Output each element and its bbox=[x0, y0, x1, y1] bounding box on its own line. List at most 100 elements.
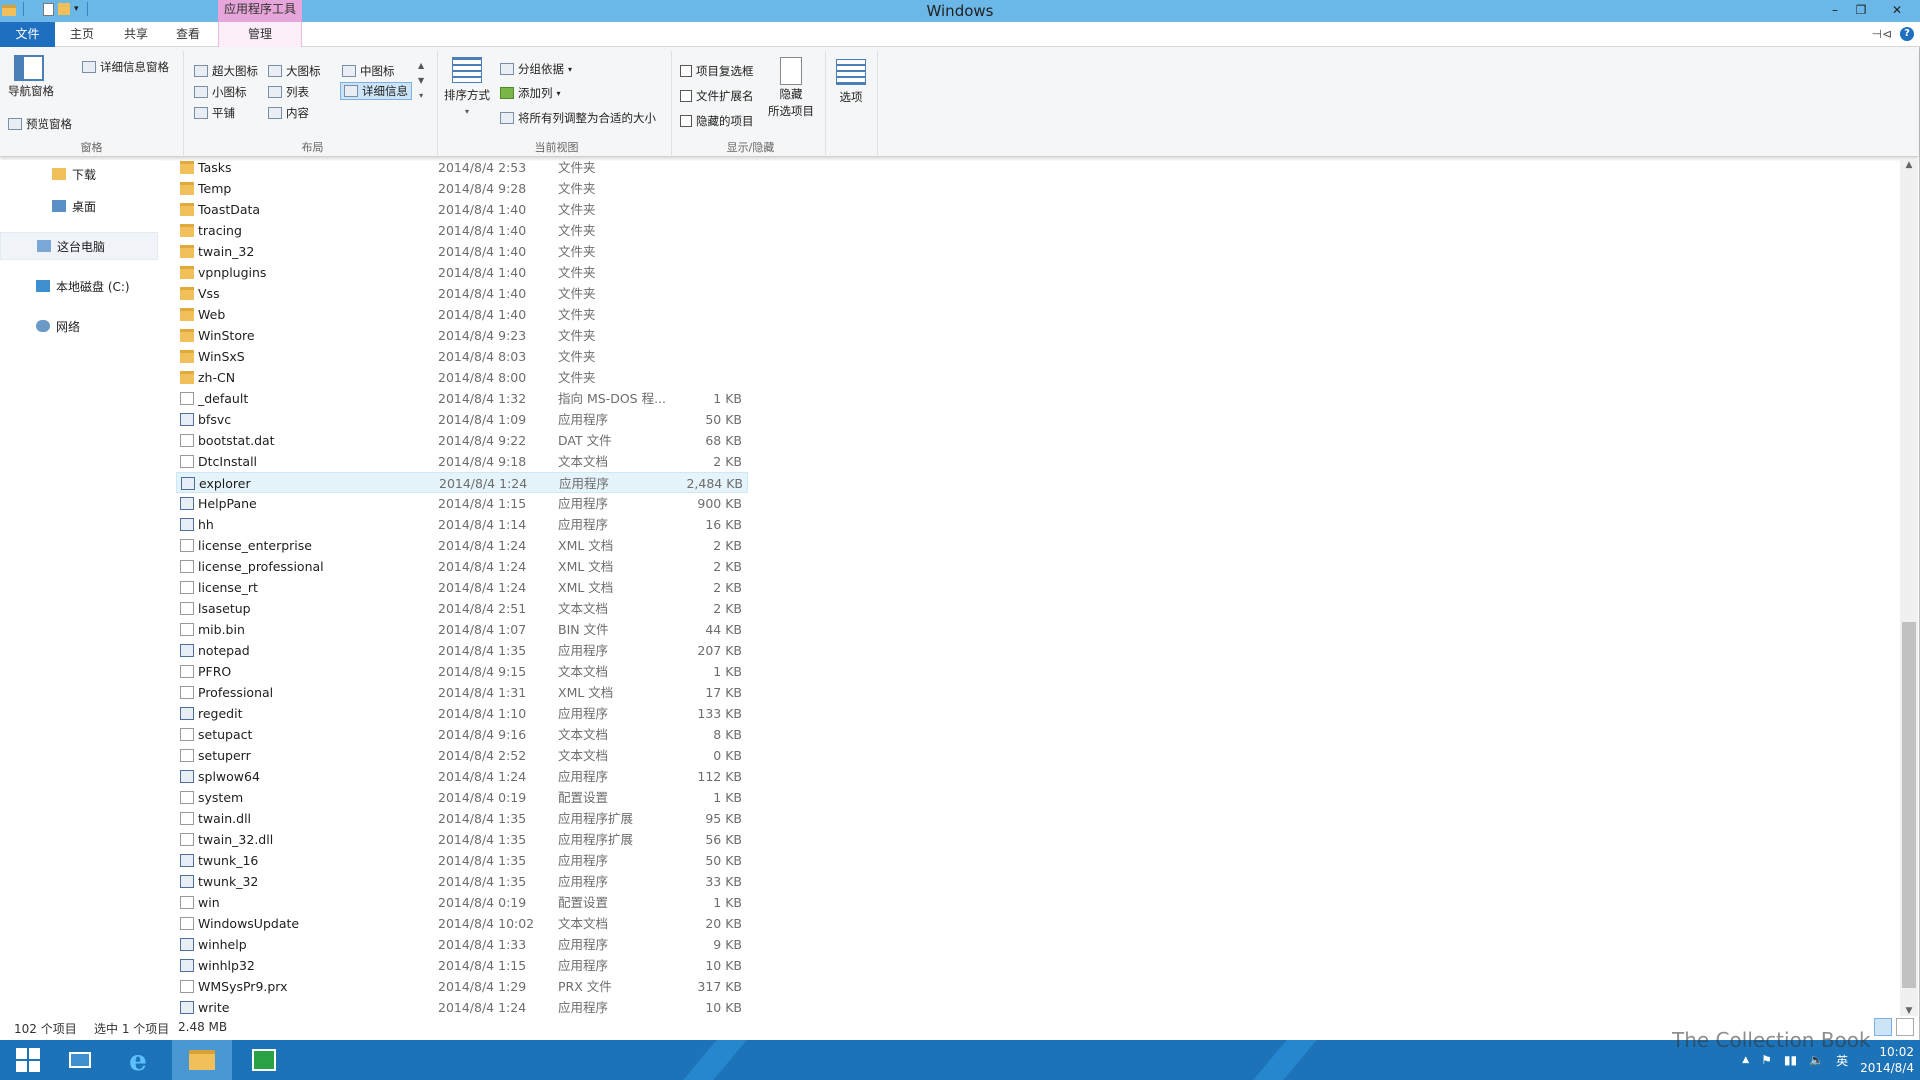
ime-indicator[interactable]: 英 bbox=[1836, 1052, 1848, 1069]
nav-item-desktop[interactable]: 桌面 bbox=[0, 192, 158, 220]
file-row[interactable]: Professional 2014/8/4 1:31 XML 文档 17 KB bbox=[176, 682, 748, 703]
gallery-more-icon[interactable]: ▾ bbox=[419, 91, 423, 100]
options-button[interactable]: 选项 bbox=[836, 59, 866, 105]
file-row[interactable]: Vss 2014/8/4 1:40 文件夹 bbox=[176, 283, 748, 304]
file-row[interactable]: mib.bin 2014/8/4 1:07 BIN 文件 44 KB bbox=[176, 619, 748, 640]
file-row[interactable]: twain_32 2014/8/4 1:40 文件夹 bbox=[176, 241, 748, 262]
taskbar-ie[interactable]: e bbox=[110, 1040, 166, 1080]
file-row[interactable]: HelpPane 2014/8/4 1:15 应用程序 900 KB bbox=[176, 493, 748, 514]
preview-pane-button[interactable]: 预览窗格 bbox=[8, 116, 72, 132]
file-row[interactable]: license_enterprise 2014/8/4 1:24 XML 文档 2 K… bbox=[176, 535, 748, 556]
hidden-items-toggle[interactable]: 隐藏的项目 bbox=[680, 113, 754, 129]
file-row[interactable]: regedit 2014/8/4 1:10 应用程序 133 KB bbox=[176, 703, 748, 724]
file-row[interactable]: notepad 2014/8/4 1:35 应用程序 207 KB bbox=[176, 640, 748, 661]
view-content[interactable]: 内容 bbox=[268, 105, 309, 121]
file-row[interactable]: bfsvc 2014/8/4 1:09 应用程序 50 KB bbox=[176, 409, 748, 430]
file-row[interactable]: zh-CN 2014/8/4 8:00 文件夹 bbox=[176, 367, 748, 388]
file-row[interactable]: license_professional 2014/8/4 1:24 XML 文档 2… bbox=[176, 556, 748, 577]
action-center-flag-icon[interactable]: ⚑ bbox=[1761, 1053, 1772, 1067]
file-row[interactable]: Web 2014/8/4 1:40 文件夹 bbox=[176, 304, 748, 325]
file-row[interactable]: WindowsUpdate 2014/8/4 10:02 文本文档 20 KB bbox=[176, 913, 748, 934]
view-tiles[interactable]: 平铺 bbox=[194, 105, 235, 121]
file-row[interactable]: bootstat.dat 2014/8/4 9:22 DAT 文件 68 KB bbox=[176, 430, 748, 451]
file-row[interactable]: explorer 2014/8/4 1:24 应用程序 2,484 KB bbox=[176, 472, 748, 493]
close-button[interactable]: ✕ bbox=[1874, 0, 1920, 20]
view-large-icons[interactable]: 大图标 bbox=[268, 63, 321, 79]
file-row[interactable]: winhelp 2014/8/4 1:33 应用程序 9 KB bbox=[176, 934, 748, 955]
nav-item-network[interactable]: 网络 bbox=[0, 312, 158, 340]
item-checkboxes-checkbox[interactable] bbox=[680, 65, 692, 77]
title-bar[interactable]: ▾ 应用程序工具 Windows – ❐ ✕ bbox=[0, 0, 1920, 22]
hidden-items-checkbox[interactable] bbox=[680, 115, 692, 127]
chevron-up-icon[interactable]: ▲ bbox=[418, 61, 424, 70]
maximize-button[interactable]: ❐ bbox=[1848, 0, 1874, 20]
volume-icon[interactable]: 🔈 bbox=[1809, 1053, 1824, 1067]
file-row[interactable]: twain.dll 2014/8/4 1:35 应用程序扩展 95 KB bbox=[176, 808, 748, 829]
layout-gallery-scroll[interactable]: ▲ ▼ ▾ bbox=[418, 61, 424, 100]
tab-view[interactable]: 查看 bbox=[170, 22, 206, 47]
tab-home[interactable]: 主页 bbox=[64, 22, 100, 47]
show-hidden-icons-chevron-icon[interactable]: ▲ bbox=[1742, 1055, 1749, 1065]
hide-selected-button[interactable]: 隐藏 所选项目 bbox=[768, 57, 814, 119]
scrollbar-thumb[interactable] bbox=[1902, 622, 1916, 988]
chevron-down-icon[interactable]: ▼ bbox=[418, 76, 424, 85]
minimize-button[interactable]: – bbox=[1822, 0, 1848, 20]
file-row[interactable]: twain_32.dll 2014/8/4 1:35 应用程序扩展 56 KB bbox=[176, 829, 748, 850]
view-small-icons[interactable]: 小图标 bbox=[194, 84, 247, 100]
file-extensions-checkbox[interactable] bbox=[680, 90, 692, 102]
add-columns-button[interactable]: 添加列 ▾ bbox=[500, 85, 561, 101]
nav-pane-button[interactable]: 导航窗格 bbox=[8, 55, 54, 99]
pin-ribbon-icon[interactable]: ⊣⊲ bbox=[1871, 27, 1892, 41]
file-row[interactable]: system 2014/8/4 0:19 配置设置 1 KB bbox=[176, 787, 748, 808]
file-row[interactable]: Tasks 2014/8/4 2:53 文件夹 bbox=[176, 157, 748, 178]
file-row[interactable]: WMSysPr9.prx 2014/8/4 1:29 PRX 文件 317 KB bbox=[176, 976, 748, 997]
file-row[interactable]: Temp 2014/8/4 9:28 文件夹 bbox=[176, 178, 748, 199]
scroll-up-arrow[interactable]: ▲ bbox=[1900, 160, 1918, 170]
large-icons-view-toggle-icon[interactable] bbox=[1896, 1018, 1914, 1036]
view-medium-icons[interactable]: 中图标 bbox=[342, 63, 395, 79]
taskbar-file-explorer[interactable] bbox=[172, 1040, 232, 1080]
file-row[interactable]: vpnplugins 2014/8/4 1:40 文件夹 bbox=[176, 262, 748, 283]
item-checkboxes-toggle[interactable]: 项目复选框 bbox=[680, 63, 754, 79]
start-button[interactable] bbox=[0, 1040, 56, 1080]
file-extensions-toggle[interactable]: 文件扩展名 bbox=[680, 88, 754, 104]
sort-by-button[interactable]: 排序方式 ▾ bbox=[444, 57, 490, 116]
nav-item-downloads[interactable]: 下载 bbox=[0, 160, 158, 188]
file-row[interactable]: setuperr 2014/8/4 2:52 文本文档 0 KB bbox=[176, 745, 748, 766]
file-row[interactable]: license_rt 2014/8/4 1:24 XML 文档 2 KB bbox=[176, 577, 748, 598]
view-extra-large-icons[interactable]: 超大图标 bbox=[194, 63, 258, 79]
details-view-toggle-icon[interactable] bbox=[1874, 1018, 1892, 1036]
file-row[interactable]: ToastData 2014/8/4 1:40 文件夹 bbox=[176, 199, 748, 220]
file-row[interactable]: WinStore 2014/8/4 9:23 文件夹 bbox=[176, 325, 748, 346]
group-by-button[interactable]: 分组依据 ▾ bbox=[500, 61, 572, 77]
file-row[interactable]: PFRO 2014/8/4 9:15 文本文档 1 KB bbox=[176, 661, 748, 682]
nav-item-this-pc[interactable]: 这台电脑 bbox=[0, 232, 158, 260]
size-all-columns-button[interactable]: 将所有列调整为合适的大小 bbox=[500, 110, 656, 126]
file-row[interactable]: hh 2014/8/4 1:14 应用程序 16 KB bbox=[176, 514, 748, 535]
tab-file[interactable]: 文件 bbox=[0, 22, 55, 47]
file-row[interactable]: splwow64 2014/8/4 1:24 应用程序 112 KB bbox=[176, 766, 748, 787]
file-row[interactable]: _default 2014/8/4 1:32 指向 MS-DOS 程... 1 KB bbox=[176, 388, 748, 409]
file-row[interactable]: twunk_16 2014/8/4 1:35 应用程序 50 KB bbox=[176, 850, 748, 871]
file-row[interactable]: tracing 2014/8/4 1:40 文件夹 bbox=[176, 220, 748, 241]
taskbar-store[interactable] bbox=[236, 1040, 292, 1080]
taskbar-task-view[interactable] bbox=[52, 1040, 108, 1080]
view-details[interactable]: 详细信息 bbox=[340, 82, 412, 100]
tab-share[interactable]: 共享 bbox=[118, 22, 154, 47]
file-row[interactable]: DtcInstall 2014/8/4 9:18 文本文档 2 KB bbox=[176, 451, 748, 472]
view-list[interactable]: 列表 bbox=[268, 84, 309, 100]
tab-manage[interactable]: 管理 bbox=[218, 22, 302, 47]
details-pane-button[interactable]: 详细信息窗格 bbox=[82, 59, 169, 75]
file-row[interactable]: winhlp32 2014/8/4 1:15 应用程序 10 KB bbox=[176, 955, 748, 976]
file-row[interactable]: WinSxS 2014/8/4 8:03 文件夹 bbox=[176, 346, 748, 367]
file-row[interactable]: twunk_32 2014/8/4 1:35 应用程序 33 KB bbox=[176, 871, 748, 892]
vertical-scrollbar[interactable]: ▲ ▼ bbox=[1900, 160, 1918, 1016]
file-row[interactable]: write 2014/8/4 1:24 应用程序 10 KB bbox=[176, 997, 748, 1017]
file-row[interactable]: setupact 2014/8/4 9:16 文本文档 8 KB bbox=[176, 724, 748, 745]
network-status-icon[interactable]: ▮▮ bbox=[1784, 1053, 1797, 1067]
nav-item-local-disk[interactable]: 本地磁盘 (C:) bbox=[0, 272, 158, 300]
scroll-down-arrow[interactable]: ▼ bbox=[1900, 1006, 1918, 1016]
help-icon[interactable]: ? bbox=[1900, 27, 1914, 41]
file-row[interactable]: lsasetup 2014/8/4 2:51 文本文档 2 KB bbox=[176, 598, 748, 619]
file-row[interactable]: win 2014/8/4 0:19 配置设置 1 KB bbox=[176, 892, 748, 913]
